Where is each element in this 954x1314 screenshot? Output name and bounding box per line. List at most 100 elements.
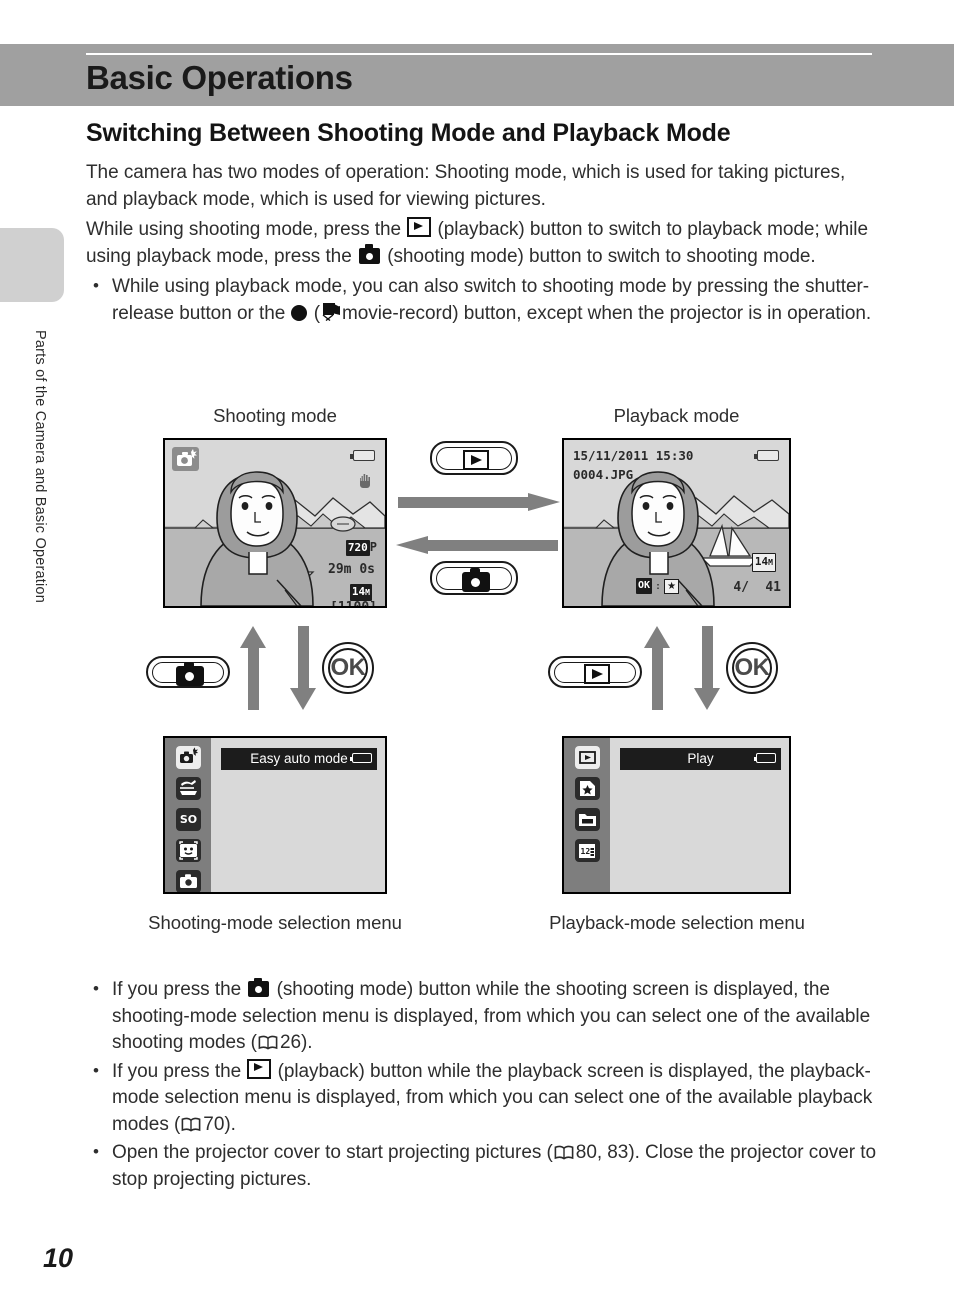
- frame-current: 4/: [733, 580, 749, 595]
- notes-section: If you press the (shooting mode) button …: [86, 975, 876, 1195]
- header-rule: [86, 53, 872, 55]
- playback-menu-title-label: Play: [687, 751, 714, 766]
- playback-button-top[interactable]: [430, 441, 518, 475]
- playback-icon: [247, 1058, 272, 1079]
- book-icon-svg: [258, 1035, 278, 1050]
- section-heading: Switching Between Shooting Mode and Play…: [86, 119, 731, 147]
- vibration-reduction-icon: [357, 472, 373, 489]
- note-shooting-mode-button: If you press the (shooting mode) button …: [86, 976, 876, 1057]
- file-name: 0004.JPG: [573, 467, 634, 482]
- image-size-number: 14: [351, 585, 366, 598]
- shooting-mode-icon: [248, 977, 270, 997]
- caption-playback-mode-selection-menu: Playback-mode selection menu: [549, 912, 805, 933]
- image-size-value: 14M: [751, 553, 776, 572]
- note3-text-a: Open the projector cover to start projec…: [112, 1142, 553, 1163]
- note1-text-c: 26).: [279, 1032, 313, 1053]
- rail-item-special-effects-mode[interactable]: SO: [176, 808, 201, 831]
- battery-indicator: [349, 753, 372, 763]
- caption-playback-mode: Playback mode: [613, 405, 740, 426]
- shooting-mode-button-left[interactable]: [146, 656, 230, 688]
- easy-auto-badge-icon: [177, 449, 197, 466]
- ok-hint-label: OK: [636, 578, 653, 594]
- arrow-to-playback: [398, 493, 560, 511]
- mode-switching-diagram: Shooting mode Playback mode 720 P 29m 0s…: [0, 398, 954, 963]
- arrow-down-playback-menu: [694, 626, 720, 710]
- playback-icon: [407, 217, 432, 237]
- note2-text-a: If you press the: [112, 1060, 242, 1082]
- caption-shooting-mode: Shooting mode: [213, 405, 337, 426]
- intro-paragraph: The camera has two modes of operation: S…: [86, 162, 846, 210]
- arrow-down-shooting-menu: [290, 626, 316, 710]
- chapter-tab: [0, 228, 64, 302]
- note2-text-c: 70).: [203, 1113, 236, 1135]
- rail-item-favorite-pictures-mode[interactable]: [575, 777, 600, 800]
- playback-mode-selection-menu: 12 Play: [562, 736, 791, 894]
- ok-button-label: OK: [734, 654, 771, 681]
- movie-record-svg: [322, 305, 340, 321]
- arrow-to-shooting: [396, 536, 558, 554]
- auto-mode-camera-icon: [180, 874, 197, 888]
- switching-paragraph: While using shooting mode, press the (pl…: [86, 217, 876, 270]
- switching-text-a: While using shooting mode, press the: [86, 219, 402, 240]
- manual-reference-icon: [181, 1114, 201, 1132]
- book-icon-svg: [181, 1117, 201, 1132]
- svg-text:12: 12: [581, 847, 591, 856]
- rail-item-easy-auto-mode[interactable]: [176, 746, 201, 769]
- image-size-indicator: 14M: [349, 580, 372, 601]
- shots-remaining-indicator: [1100]: [330, 600, 377, 608]
- manual-reference-icon: [258, 1032, 278, 1050]
- bullet-shutter-release: While using playback mode, you can also …: [86, 273, 876, 327]
- vr-hand-icon: [360, 474, 370, 488]
- switching-text-c: (shooting mode) button to switch to shoo…: [387, 245, 816, 267]
- arrow-up-playback-menu: [644, 626, 670, 710]
- playback-icon: [584, 664, 610, 684]
- rail-item-auto-mode[interactable]: [176, 870, 201, 892]
- movie-quality-value: 720: [345, 540, 370, 556]
- playback-button-right[interactable]: [548, 656, 642, 688]
- rail-item-list-by-date-mode[interactable]: 12: [575, 839, 600, 862]
- ok-button-left[interactable]: OK: [322, 642, 374, 694]
- shooting-screen: 720 P 29m 0s 14M [1100]: [163, 438, 387, 608]
- page-title: Basic Operations: [86, 59, 353, 96]
- page-number: 10: [43, 1243, 74, 1273]
- ok-button-right[interactable]: OK: [726, 642, 778, 694]
- caption-shooting-mode-selection-menu: Shooting-mode selection menu: [148, 912, 402, 933]
- time-remaining-indicator: 29m 0s: [328, 562, 375, 577]
- hint-colon: :: [655, 580, 662, 592]
- intro-bullet-list: While using playback mode, you can also …: [86, 273, 876, 327]
- battery-indicator: [753, 753, 776, 763]
- playback-icon: [463, 450, 489, 470]
- bullet-text-b: (: [313, 302, 320, 324]
- frame-total: 41: [765, 580, 781, 595]
- image-size-number: 14: [754, 555, 769, 568]
- shooting-menu-title: Easy auto mode: [221, 748, 377, 770]
- image-size-value: 14M: [349, 584, 372, 601]
- play-icon: [579, 751, 596, 764]
- rail-item-play-mode[interactable]: [575, 746, 600, 769]
- rail-item-scene-mode[interactable]: [176, 777, 201, 800]
- shooting-mode-button-top[interactable]: [430, 561, 518, 595]
- image-size-suffix: M: [365, 588, 370, 597]
- note1-text-a: If you press the: [112, 979, 242, 1000]
- playback-screen: 15/11/2011 15:30 0004.JPG 14M 4/ 41 OK :…: [562, 438, 791, 608]
- smart-portrait-icon: [179, 841, 198, 860]
- favorite-star-icon: ★: [664, 578, 680, 594]
- rail-item-smart-portrait-mode[interactable]: [176, 839, 201, 862]
- main-content: Switching Between Shooting Mode and Play…: [86, 118, 876, 329]
- playback-menu-title: Play: [620, 748, 781, 770]
- capture-datetime: 15/11/2011 15:30: [573, 448, 694, 463]
- shooting-mode-icon: [176, 662, 204, 686]
- note-projector-cover: Open the projector cover to start projec…: [86, 1139, 876, 1193]
- shooting-menu-title-label: Easy auto mode: [250, 751, 348, 766]
- book-icon-svg: [554, 1145, 574, 1160]
- easy-auto-icon: [180, 747, 199, 763]
- favorite-hint: OK : ★: [636, 578, 680, 594]
- bullet-text-c: movie-record) button, except when the pr…: [342, 302, 872, 324]
- rail-item-auto-sort-mode[interactable]: [575, 808, 600, 831]
- auto-sort-icon: [579, 814, 596, 826]
- note-playback-button: If you press the (playback) button while…: [86, 1058, 876, 1139]
- manual-reference-icon: [554, 1142, 574, 1160]
- battery-indicator: [754, 450, 779, 461]
- favorite-pictures-icon: [580, 781, 595, 796]
- image-size-suffix: M: [768, 558, 773, 567]
